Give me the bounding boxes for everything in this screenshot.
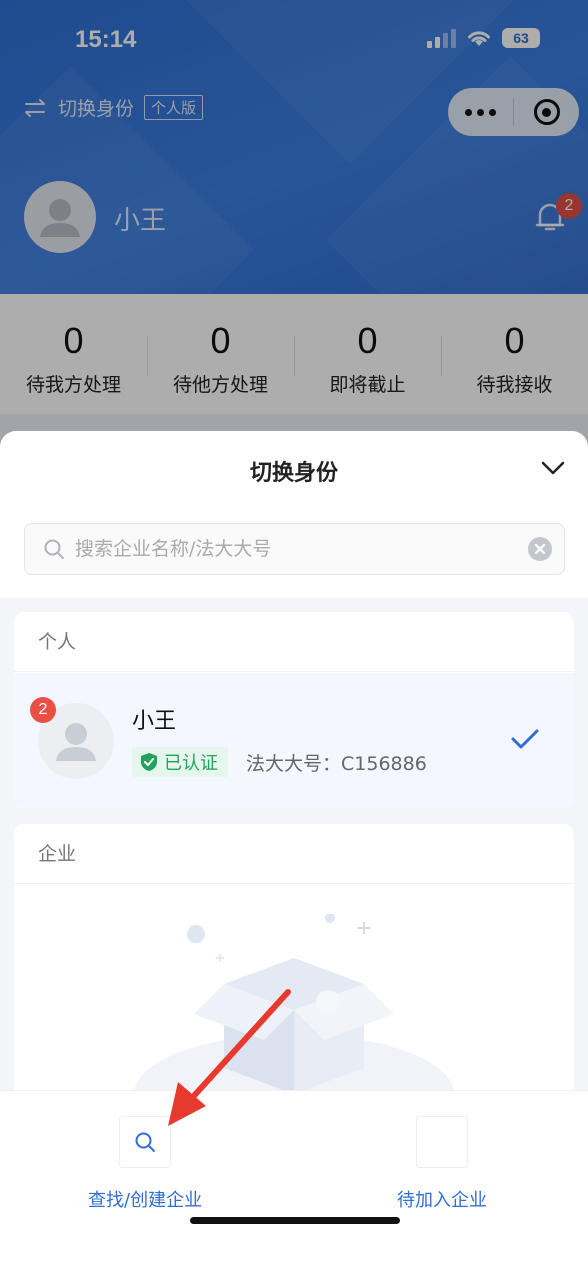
search-icon <box>135 1132 156 1152</box>
check-icon <box>510 727 540 755</box>
company-section: 企业 <box>14 824 574 1124</box>
identity-item-personal[interactable]: 2 小王 已认证 法大大号：C156886 <box>14 673 574 808</box>
sheet-title: 切换身份 <box>249 461 338 486</box>
verified-label: 已认证 <box>164 753 218 774</box>
switch-identity-sheet: 切换身份 个人 2 <box>0 431 588 1273</box>
find-create-company-button[interactable]: 查找/创建企业 <box>88 1116 202 1212</box>
fadada-id: 法大大号：C156886 <box>246 753 427 775</box>
empty-box-illustration <box>134 913 454 1124</box>
home-indicator <box>190 1217 400 1224</box>
section-heading: 企业 <box>14 824 574 884</box>
action-label: 查找/创建企业 <box>88 1190 203 1211</box>
section-heading: 个人 <box>14 612 574 672</box>
unread-badge: 2 <box>30 697 56 723</box>
verified-badge: 已认证 <box>132 747 228 777</box>
chevron-down-icon[interactable] <box>540 459 566 481</box>
search-input[interactable] <box>75 538 528 560</box>
modal-overlay[interactable] <box>0 0 588 460</box>
pending-icon <box>416 1116 468 1168</box>
search-box <box>24 523 565 575</box>
shield-check-icon <box>141 753 157 771</box>
search-icon <box>44 539 64 559</box>
clear-icon[interactable] <box>528 537 552 561</box>
personal-section: 个人 2 小王 已认证 法大大号：C156886 <box>14 612 574 808</box>
action-label: 待加入企业 <box>397 1190 487 1211</box>
pending-join-company-button[interactable]: 待加入企业 <box>397 1116 487 1212</box>
sheet-actions: 查找/创建企业 待加入企业 <box>0 1090 588 1273</box>
identity-name: 小王 <box>132 709 177 734</box>
action-icon-box <box>119 1116 172 1168</box>
